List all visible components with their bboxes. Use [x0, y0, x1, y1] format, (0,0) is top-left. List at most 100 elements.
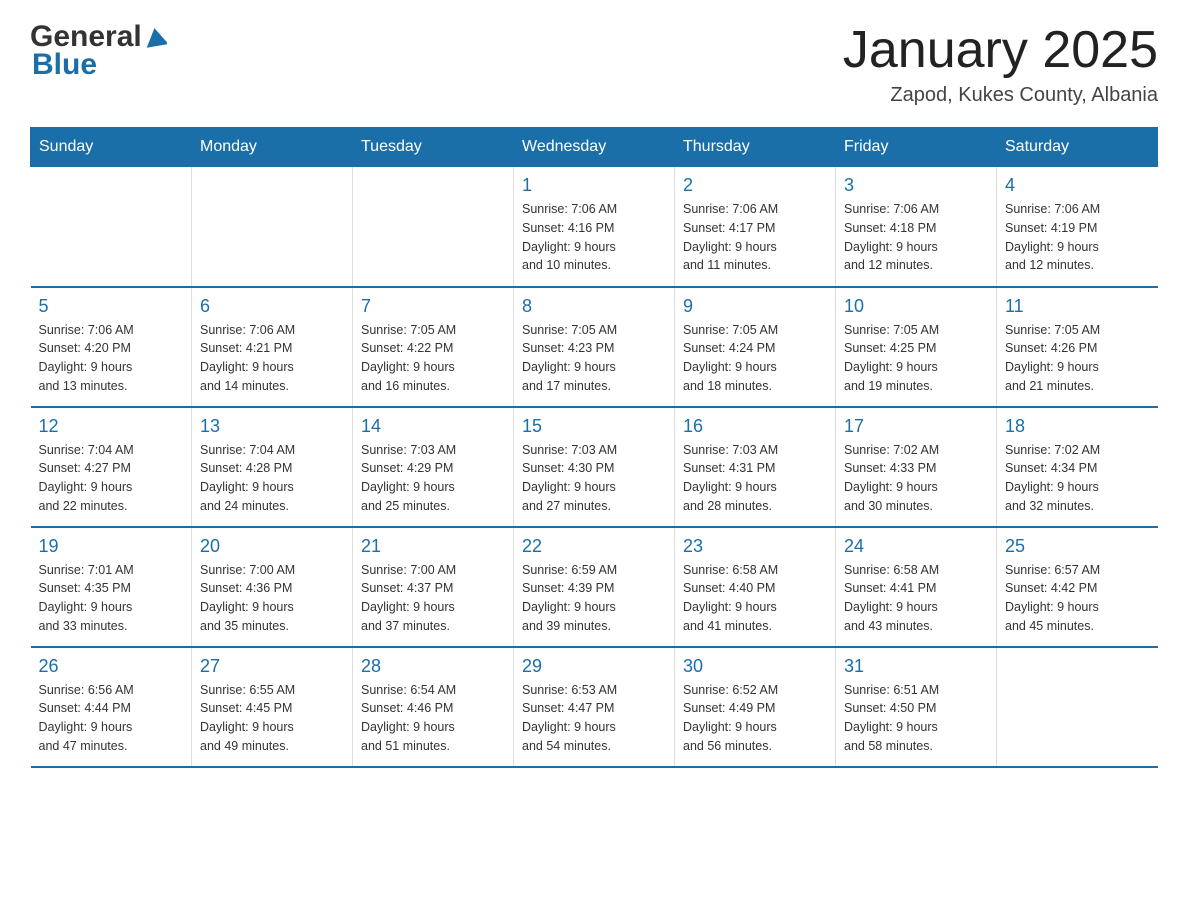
- weekday-header-wednesday: Wednesday: [514, 128, 675, 167]
- logo-blue-text: Blue: [32, 48, 97, 82]
- calendar-day-cell: 9 Sunrise: 7:05 AM Sunset: 4:24 PM Daylig…: [675, 287, 836, 407]
- calendar-day-cell: 17 Sunrise: 7:02 AM Sunset: 4:33 PM Dayli…: [836, 407, 997, 527]
- calendar-day-cell: 16 Sunrise: 7:03 AM Sunset: 4:31 PM Dayli…: [675, 407, 836, 527]
- day-info: Sunrise: 6:55 AM Sunset: 4:45 PM Dayligh…: [200, 681, 344, 756]
- calendar-day-cell: [31, 167, 192, 287]
- weekday-header-thursday: Thursday: [675, 128, 836, 167]
- calendar-day-cell: 13 Sunrise: 7:04 AM Sunset: 4:28 PM Dayli…: [192, 407, 353, 527]
- calendar-week-row: 5Sunrise: 7:06 AM Sunset: 4:20 PM Daylig…: [31, 287, 1158, 407]
- day-info: Sunrise: 7:02 AM Sunset: 4:33 PM Dayligh…: [844, 441, 988, 516]
- day-number: 22: [522, 536, 666, 557]
- calendar-day-cell: 14 Sunrise: 7:03 AM Sunset: 4:29 PM Dayli…: [353, 407, 514, 527]
- calendar-day-cell: 15 Sunrise: 7:03 AM Sunset: 4:30 PM Dayli…: [514, 407, 675, 527]
- calendar-day-cell: 28Sunrise: 6:54 AM Sunset: 4:46 PM Dayli…: [353, 647, 514, 767]
- day-info: Sunrise: 7:02 AM Sunset: 4:34 PM Dayligh…: [1005, 441, 1150, 516]
- day-info: Sunrise: 7:01 AM Sunset: 4:35 PM Dayligh…: [39, 561, 184, 636]
- calendar-day-cell: 26Sunrise: 6:56 AM Sunset: 4:44 PM Dayli…: [31, 647, 192, 767]
- day-number: 9: [683, 296, 827, 317]
- day-number: 27: [200, 656, 344, 677]
- calendar-day-cell: [353, 167, 514, 287]
- calendar-day-cell: 31 Sunrise: 6:51 AM Sunset: 4:50 PM Dayli…: [836, 647, 997, 767]
- calendar-day-cell: 7 Sunrise: 7:05 AM Sunset: 4:22 PM Daylig…: [353, 287, 514, 407]
- calendar-day-cell: 5Sunrise: 7:06 AM Sunset: 4:20 PM Daylig…: [31, 287, 192, 407]
- calendar-day-cell: 30 Sunrise: 6:52 AM Sunset: 4:49 PM Dayli…: [675, 647, 836, 767]
- calendar-day-cell: 19 Sunrise: 7:01 AM Sunset: 4:35 PM Dayli…: [31, 527, 192, 647]
- day-number: 31: [844, 656, 988, 677]
- day-info: Sunrise: 6:52 AM Sunset: 4:49 PM Dayligh…: [683, 681, 827, 756]
- day-number: 14: [361, 416, 505, 437]
- day-number: 15: [522, 416, 666, 437]
- day-info: Sunrise: 7:05 AM Sunset: 4:23 PM Dayligh…: [522, 321, 666, 396]
- day-info: Sunrise: 7:06 AM Sunset: 4:17 PM Dayligh…: [683, 200, 827, 275]
- calendar-week-row: 26Sunrise: 6:56 AM Sunset: 4:44 PM Dayli…: [31, 647, 1158, 767]
- calendar-day-cell: 29 Sunrise: 6:53 AM Sunset: 4:47 PM Dayli…: [514, 647, 675, 767]
- day-number: 30: [683, 656, 827, 677]
- calendar-day-cell: 8 Sunrise: 7:05 AM Sunset: 4:23 PM Daylig…: [514, 287, 675, 407]
- calendar-title: January 2025: [843, 20, 1158, 80]
- day-info: Sunrise: 7:04 AM Sunset: 4:28 PM Dayligh…: [200, 441, 344, 516]
- title-section: January 2025 Zapod, Kukes County, Albani…: [843, 20, 1158, 107]
- calendar-week-row: 19 Sunrise: 7:01 AM Sunset: 4:35 PM Dayli…: [31, 527, 1158, 647]
- calendar-day-cell: 18 Sunrise: 7:02 AM Sunset: 4:34 PM Dayli…: [997, 407, 1158, 527]
- day-number: 3: [844, 175, 988, 196]
- calendar-day-cell: 2 Sunrise: 7:06 AM Sunset: 4:17 PM Daylig…: [675, 167, 836, 287]
- day-number: 4: [1005, 175, 1150, 196]
- day-number: 1: [522, 175, 666, 196]
- day-info: Sunrise: 7:05 AM Sunset: 4:22 PM Dayligh…: [361, 321, 505, 396]
- day-number: 25: [1005, 536, 1150, 557]
- day-info: Sunrise: 7:05 AM Sunset: 4:24 PM Dayligh…: [683, 321, 827, 396]
- logo: General Blue: [30, 20, 167, 82]
- calendar-day-cell: 20 Sunrise: 7:00 AM Sunset: 4:36 PM Dayli…: [192, 527, 353, 647]
- calendar-day-cell: 10Sunrise: 7:05 AM Sunset: 4:25 PM Dayli…: [836, 287, 997, 407]
- day-number: 26: [39, 656, 184, 677]
- day-info: Sunrise: 7:00 AM Sunset: 4:36 PM Dayligh…: [200, 561, 344, 636]
- day-info: Sunrise: 6:51 AM Sunset: 4:50 PM Dayligh…: [844, 681, 988, 756]
- calendar-day-cell: 25 Sunrise: 6:57 AM Sunset: 4:42 PM Dayli…: [997, 527, 1158, 647]
- day-info: Sunrise: 7:06 AM Sunset: 4:18 PM Dayligh…: [844, 200, 988, 275]
- calendar-day-cell: 23Sunrise: 6:58 AM Sunset: 4:40 PM Dayli…: [675, 527, 836, 647]
- day-number: 29: [522, 656, 666, 677]
- calendar-day-cell: 21Sunrise: 7:00 AM Sunset: 4:37 PM Dayli…: [353, 527, 514, 647]
- day-number: 18: [1005, 416, 1150, 437]
- calendar-day-cell: [192, 167, 353, 287]
- day-number: 20: [200, 536, 344, 557]
- day-info: Sunrise: 6:53 AM Sunset: 4:47 PM Dayligh…: [522, 681, 666, 756]
- day-info: Sunrise: 6:58 AM Sunset: 4:41 PM Dayligh…: [844, 561, 988, 636]
- day-info: Sunrise: 6:57 AM Sunset: 4:42 PM Dayligh…: [1005, 561, 1150, 636]
- day-number: 19: [39, 536, 184, 557]
- day-number: 12: [39, 416, 184, 437]
- day-number: 13: [200, 416, 344, 437]
- calendar-week-row: 1 Sunrise: 7:06 AM Sunset: 4:16 PM Daylig…: [31, 167, 1158, 287]
- calendar-day-cell: 4 Sunrise: 7:06 AM Sunset: 4:19 PM Daylig…: [997, 167, 1158, 287]
- calendar-header-row: SundayMondayTuesdayWednesdayThursdayFrid…: [31, 128, 1158, 167]
- day-number: 28: [361, 656, 505, 677]
- day-info: Sunrise: 7:05 AM Sunset: 4:26 PM Dayligh…: [1005, 321, 1150, 396]
- calendar-day-cell: 24 Sunrise: 6:58 AM Sunset: 4:41 PM Dayli…: [836, 527, 997, 647]
- day-number: 23: [683, 536, 827, 557]
- day-info: Sunrise: 7:05 AM Sunset: 4:25 PM Dayligh…: [844, 321, 988, 396]
- day-number: 2: [683, 175, 827, 196]
- day-info: Sunrise: 7:06 AM Sunset: 4:21 PM Dayligh…: [200, 321, 344, 396]
- weekday-header-friday: Friday: [836, 128, 997, 167]
- day-number: 24: [844, 536, 988, 557]
- weekday-header-saturday: Saturday: [997, 128, 1158, 167]
- day-info: Sunrise: 7:03 AM Sunset: 4:30 PM Dayligh…: [522, 441, 666, 516]
- calendar-subtitle: Zapod, Kukes County, Albania: [843, 84, 1158, 107]
- day-number: 16: [683, 416, 827, 437]
- weekday-header-monday: Monday: [192, 128, 353, 167]
- calendar-day-cell: 11Sunrise: 7:05 AM Sunset: 4:26 PM Dayli…: [997, 287, 1158, 407]
- day-info: Sunrise: 7:00 AM Sunset: 4:37 PM Dayligh…: [361, 561, 505, 636]
- calendar-day-cell: 27 Sunrise: 6:55 AM Sunset: 4:45 PM Dayli…: [192, 647, 353, 767]
- day-info: Sunrise: 7:06 AM Sunset: 4:19 PM Dayligh…: [1005, 200, 1150, 275]
- day-info: Sunrise: 7:03 AM Sunset: 4:29 PM Dayligh…: [361, 441, 505, 516]
- day-number: 7: [361, 296, 505, 317]
- day-number: 8: [522, 296, 666, 317]
- day-info: Sunrise: 6:59 AM Sunset: 4:39 PM Dayligh…: [522, 561, 666, 636]
- day-info: Sunrise: 7:06 AM Sunset: 4:16 PM Dayligh…: [522, 200, 666, 275]
- calendar-day-cell: 1 Sunrise: 7:06 AM Sunset: 4:16 PM Daylig…: [514, 167, 675, 287]
- calendar-day-cell: 6Sunrise: 7:06 AM Sunset: 4:21 PM Daylig…: [192, 287, 353, 407]
- day-info: Sunrise: 7:03 AM Sunset: 4:31 PM Dayligh…: [683, 441, 827, 516]
- calendar-table: SundayMondayTuesdayWednesdayThursdayFrid…: [30, 127, 1158, 768]
- day-number: 17: [844, 416, 988, 437]
- calendar-week-row: 12Sunrise: 7:04 AM Sunset: 4:27 PM Dayli…: [31, 407, 1158, 527]
